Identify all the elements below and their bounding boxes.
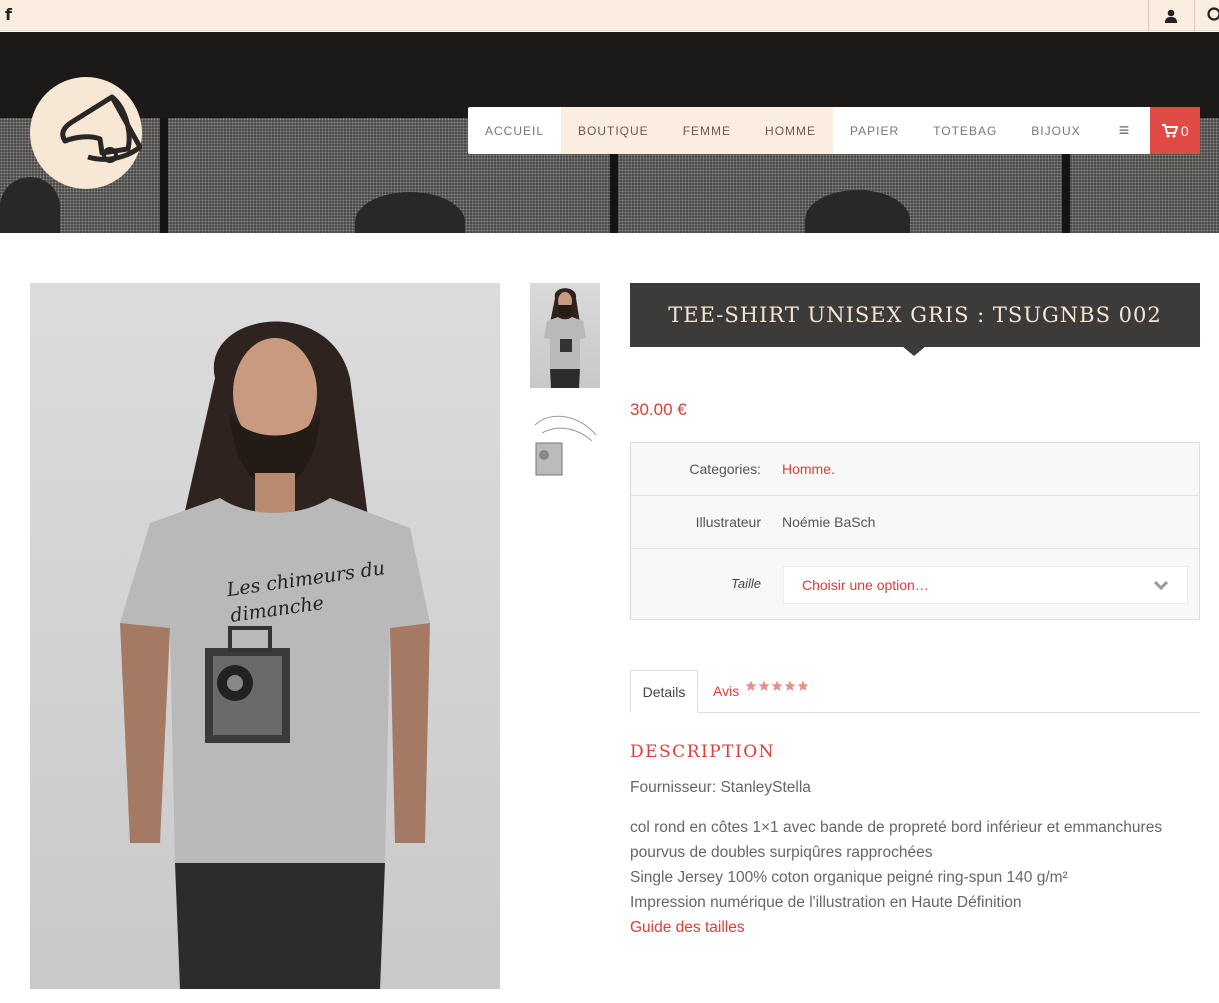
facebook-icon[interactable]: f: [5, 5, 12, 24]
site-header: ACCUEIL BOUTIQUE FEMME HOMME PAPIER TOTE…: [0, 32, 1219, 233]
meta-row-illustrateur: Illustrateur Noémie BaSch: [631, 496, 1199, 549]
meta-row-categories: Categories: Homme.: [631, 443, 1199, 496]
user-icon[interactable]: [1163, 8, 1179, 24]
illustrateur-value: Noémie BaSch: [782, 514, 876, 530]
nav-item-boutique[interactable]: BOUTIQUE: [561, 107, 666, 154]
product-title: TEE-SHIRT UNISEX GRIS : TSUGNBS 002: [630, 283, 1200, 347]
description-line: col rond en côtes 1×1 avec bande de prop…: [630, 819, 1163, 836]
product-thumbnail[interactable]: [530, 283, 600, 388]
nav-item-bijoux[interactable]: BIJOUX: [1014, 107, 1097, 154]
product-thumbnail[interactable]: [530, 405, 600, 483]
site-logo[interactable]: [30, 77, 144, 189]
description-line: Single Jersey 100% coton organique peign…: [630, 869, 1068, 886]
star-icon: [758, 680, 770, 691]
model-wearing-tshirt-image: [120, 321, 430, 989]
divider: [1148, 0, 1149, 31]
model-thumbnail-image: [544, 288, 586, 388]
illustration-thumbnail-image: [534, 415, 597, 476]
taille-label: Taille: [731, 576, 761, 591]
star-icon: [771, 680, 783, 691]
product-meta-table: Categories: Homme. Illustrateur Noémie B…: [630, 442, 1200, 620]
tab-details[interactable]: Details: [630, 670, 698, 713]
star-icon: [745, 680, 757, 691]
logo-mark-icon: [60, 94, 144, 163]
tab-avis[interactable]: Avis: [713, 683, 739, 699]
nav-item-papier[interactable]: PAPIER: [833, 107, 916, 154]
description-line: pourvus de doubles surpiqûres rapprochée…: [630, 844, 933, 861]
star-icon: [784, 680, 796, 691]
description-line: Impression numérique de l'illustration e…: [630, 894, 1022, 911]
nav-item-accueil[interactable]: ACCUEIL: [468, 107, 561, 154]
star-icon: [797, 680, 809, 691]
taille-select[interactable]: Choisir une option…: [783, 566, 1188, 604]
product-price: 30.00 €: [630, 400, 687, 419]
product-main-image[interactable]: Les chimeurs du dimanche: [30, 283, 500, 989]
taille-select-value: Choisir une option…: [802, 577, 929, 593]
cart-button[interactable]: 0: [1150, 107, 1200, 154]
main-nav: ACCUEIL BOUTIQUE FEMME HOMME PAPIER TOTE…: [468, 107, 1200, 154]
search-icon[interactable]: [1206, 6, 1219, 24]
nav-item-homme[interactable]: HOMME: [748, 107, 834, 154]
category-link-homme[interactable]: Homme.: [782, 461, 835, 477]
description-supplier: Fournisseur: StanleyStella: [630, 779, 811, 796]
chevron-down-icon: [1153, 580, 1169, 591]
size-guide-link[interactable]: Guide des tailles: [630, 915, 745, 940]
divider: [1194, 0, 1195, 31]
rating-stars: [745, 680, 809, 692]
nav-item-femme[interactable]: FEMME: [665, 107, 749, 154]
menu-icon[interactable]: ≡: [1098, 107, 1151, 154]
nav-item-totebag[interactable]: TOTEBAG: [916, 107, 1014, 154]
tabs-divider: [630, 712, 1200, 713]
categories-label: Categories:: [689, 461, 761, 477]
illustrateur-label: Illustrateur: [695, 514, 761, 530]
banner-post: [160, 118, 168, 233]
cart-icon: [1161, 123, 1178, 137]
cart-count: 0: [1180, 122, 1189, 139]
title-pointer: [902, 346, 926, 356]
top-bar: f: [0, 0, 1219, 31]
description-heading: DESCRIPTION: [630, 742, 776, 762]
